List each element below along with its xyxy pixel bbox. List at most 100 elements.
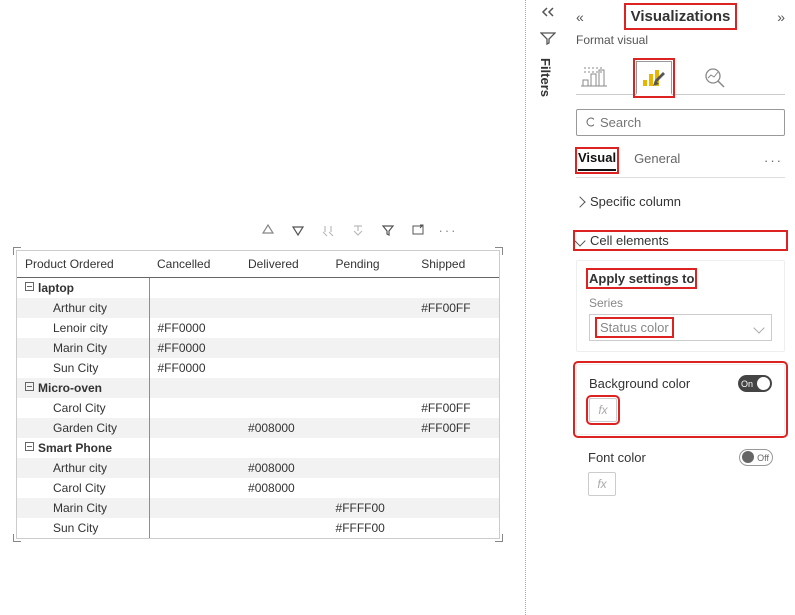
column-header[interactable]: Shipped xyxy=(413,251,499,278)
fontcolor-toggle[interactable]: Off xyxy=(739,449,773,466)
value-cell xyxy=(328,358,414,378)
search-input[interactable] xyxy=(600,115,776,130)
collapse-icon[interactable] xyxy=(25,282,34,291)
matrix-table: Product OrderedCancelledDeliveredPending… xyxy=(17,251,499,538)
panel-title: Visualizations xyxy=(627,6,735,27)
more-options-icon[interactable]: ··· xyxy=(440,222,456,238)
expand-all-icon[interactable] xyxy=(350,222,366,238)
value-cell xyxy=(413,478,499,498)
build-visual-tab[interactable] xyxy=(576,61,612,95)
format-visual-tab[interactable] xyxy=(636,61,672,95)
section-cell-elements[interactable]: Cell elements xyxy=(576,233,785,248)
background-color-card: Background color On fx xyxy=(576,364,785,435)
value-cell: #008000 xyxy=(240,418,328,438)
series-select[interactable]: Status color xyxy=(589,314,772,341)
visual-toolbar: ··· xyxy=(260,222,456,238)
search-icon xyxy=(585,116,594,130)
value-cell xyxy=(240,398,328,418)
chevron-down-icon xyxy=(574,235,585,246)
bgcolor-toggle[interactable]: On xyxy=(738,375,772,392)
collapse-right-icon[interactable]: » xyxy=(777,9,785,25)
value-cell xyxy=(240,318,328,338)
drill-down-icon[interactable] xyxy=(290,222,306,238)
focus-mode-icon[interactable] xyxy=(410,222,426,238)
category-row[interactable]: Smart Phone xyxy=(17,438,149,458)
city-cell: Arthur city xyxy=(17,458,149,478)
matrix-visual[interactable]: Product OrderedCancelledDeliveredPending… xyxy=(16,250,500,539)
value-cell: #FFFF00 xyxy=(328,498,414,518)
column-header[interactable]: Pending xyxy=(328,251,414,278)
value-cell xyxy=(240,298,328,318)
series-label: Series xyxy=(589,296,772,310)
value-cell xyxy=(328,418,414,438)
column-header[interactable]: Delivered xyxy=(240,251,328,278)
bgcolor-label: Background color xyxy=(589,376,690,391)
city-cell: Lenoir city xyxy=(17,318,149,338)
value-cell xyxy=(413,458,499,478)
collapse-filters-icon[interactable] xyxy=(538,6,558,21)
value-cell xyxy=(149,498,240,518)
value-cell xyxy=(413,358,499,378)
section-specific-column[interactable]: Specific column xyxy=(576,194,785,209)
city-cell: Sun City xyxy=(17,358,149,378)
value-cell: #FF0000 xyxy=(149,318,240,338)
drill-up-icon[interactable] xyxy=(260,222,276,238)
value-cell: #FF00FF xyxy=(413,298,499,318)
column-header[interactable]: Cancelled xyxy=(149,251,240,278)
bgcolor-fx-button[interactable]: fx xyxy=(589,398,617,422)
value-cell xyxy=(149,518,240,538)
search-box[interactable] xyxy=(576,109,785,136)
city-cell: Carol City xyxy=(17,478,149,498)
filter-icon[interactable] xyxy=(380,222,396,238)
category-row[interactable]: laptop xyxy=(17,278,149,299)
value-cell xyxy=(328,478,414,498)
city-cell: Marin City xyxy=(17,338,149,358)
value-cell xyxy=(149,478,240,498)
value-cell xyxy=(328,298,414,318)
collapse-icon[interactable] xyxy=(25,382,34,391)
column-header[interactable]: Product Ordered xyxy=(17,251,149,278)
visualizations-panel: « Visualizations » Format visual Visual … xyxy=(570,0,795,615)
collapse-left-icon[interactable]: « xyxy=(576,9,584,25)
apply-settings-card: Apply settings to Series Status color xyxy=(576,260,785,352)
value-cell xyxy=(413,518,499,538)
value-cell: #FFFF00 xyxy=(328,518,414,538)
value-cell: #008000 xyxy=(240,478,328,498)
value-cell xyxy=(328,318,414,338)
value-cell xyxy=(240,358,328,378)
value-cell xyxy=(240,518,328,538)
filters-icon[interactable] xyxy=(538,31,558,48)
value-cell: #FF0000 xyxy=(149,358,240,378)
tabs-more-icon[interactable]: ··· xyxy=(764,153,783,168)
tab-visual[interactable]: Visual xyxy=(578,150,616,171)
filters-label[interactable]: Filters xyxy=(538,58,553,97)
value-cell xyxy=(240,338,328,358)
analytics-tab[interactable] xyxy=(696,61,732,95)
value-cell xyxy=(149,298,240,318)
chevron-right-icon xyxy=(574,196,585,207)
value-cell xyxy=(149,398,240,418)
value-cell: #FF00FF xyxy=(413,398,499,418)
city-cell: Marin City xyxy=(17,498,149,518)
city-cell: Arthur city xyxy=(17,298,149,318)
value-cell xyxy=(328,338,414,358)
value-cell xyxy=(240,498,328,518)
expand-next-icon[interactable] xyxy=(320,222,336,238)
tab-general[interactable]: General xyxy=(634,151,680,170)
value-cell: #FF00FF xyxy=(413,418,499,438)
value-cell xyxy=(328,398,414,418)
value-cell: #008000 xyxy=(240,458,328,478)
value-cell xyxy=(149,418,240,438)
city-cell: Garden City xyxy=(17,418,149,438)
series-value: Status color xyxy=(598,320,671,335)
category-row[interactable]: Micro-oven xyxy=(17,378,149,398)
apply-settings-title: Apply settings to xyxy=(589,271,694,286)
fontcolor-fx-button[interactable]: fx xyxy=(588,472,616,496)
city-cell: Carol City xyxy=(17,398,149,418)
value-cell xyxy=(413,338,499,358)
city-cell: Sun City xyxy=(17,518,149,538)
fontcolor-label: Font color xyxy=(588,450,646,465)
value-cell xyxy=(328,458,414,478)
chevron-down-icon xyxy=(753,322,764,333)
collapse-icon[interactable] xyxy=(25,442,34,451)
